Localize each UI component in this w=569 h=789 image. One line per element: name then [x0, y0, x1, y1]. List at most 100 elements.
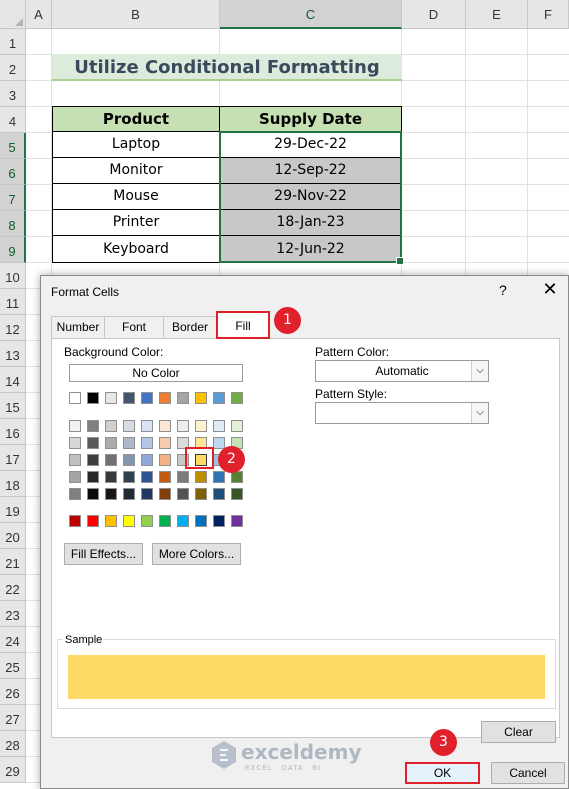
close-icon[interactable]: ✕ [540, 279, 560, 300]
color-swatch[interactable] [177, 471, 189, 483]
color-swatch[interactable] [177, 488, 189, 500]
color-swatch[interactable] [213, 515, 225, 527]
row-header-29[interactable]: 29 [0, 757, 26, 783]
pattern-color-dropdown[interactable]: Automatic ⌵ [315, 360, 489, 382]
color-swatch[interactable] [87, 515, 99, 527]
color-swatch[interactable] [123, 454, 135, 466]
color-swatch[interactable] [141, 515, 153, 527]
row-header-26[interactable]: 26 [0, 679, 26, 705]
row-header-3[interactable]: 3 [0, 81, 26, 107]
row-header-10[interactable]: 10 [0, 263, 26, 289]
row-header-22[interactable]: 22 [0, 575, 26, 601]
color-swatch[interactable] [87, 454, 99, 466]
row-header-14[interactable]: 14 [0, 367, 26, 393]
color-swatch[interactable] [87, 488, 99, 500]
tab-fill[interactable]: Fill [216, 311, 270, 339]
row-header-16[interactable]: 16 [0, 419, 26, 445]
chevron-down-icon[interactable]: ⌵ [471, 361, 488, 381]
color-swatch[interactable] [195, 471, 207, 483]
color-swatch[interactable] [105, 471, 117, 483]
supply-date-cell[interactable]: 29-Dec-22 [219, 131, 402, 158]
color-swatch[interactable] [123, 515, 135, 527]
color-swatch[interactable] [141, 392, 153, 404]
color-swatch[interactable] [141, 471, 153, 483]
row-header-20[interactable]: 20 [0, 523, 26, 549]
column-header-a[interactable]: A [26, 0, 52, 29]
supply-date-cell[interactable]: 29-Nov-22 [219, 183, 402, 210]
product-cell[interactable]: Mouse [52, 183, 220, 210]
color-swatch[interactable] [141, 420, 153, 432]
color-swatch[interactable] [105, 515, 117, 527]
color-swatch[interactable] [105, 488, 117, 500]
row-header-19[interactable]: 19 [0, 497, 26, 523]
supply-date-cell[interactable]: 12-Sep-22 [219, 157, 402, 184]
table-header-supply-date[interactable]: Supply Date [219, 106, 402, 132]
color-swatch[interactable] [159, 420, 171, 432]
color-swatch[interactable] [123, 437, 135, 449]
color-swatch[interactable] [231, 488, 243, 500]
color-swatch[interactable] [195, 515, 207, 527]
row-header-28[interactable]: 28 [0, 731, 26, 757]
color-swatch[interactable] [213, 488, 225, 500]
more-colors-button[interactable]: More Colors... [152, 543, 241, 565]
color-swatch[interactable] [123, 488, 135, 500]
color-swatch[interactable] [213, 471, 225, 483]
row-header-4[interactable]: 4 [0, 107, 26, 133]
chevron-down-icon[interactable]: ⌵ [471, 403, 488, 423]
row-header-11[interactable]: 11 [0, 289, 26, 315]
tab-number[interactable]: Number [51, 316, 105, 338]
product-cell[interactable]: Keyboard [52, 235, 220, 263]
color-swatch[interactable] [87, 471, 99, 483]
fill-effects-button[interactable]: Fill Effects... [64, 543, 143, 565]
row-header-7[interactable]: 7 [0, 185, 26, 211]
row-header-13[interactable]: 13 [0, 341, 26, 367]
row-header-24[interactable]: 24 [0, 627, 26, 653]
row-header-15[interactable]: 15 [0, 393, 26, 419]
supply-date-cell[interactable]: 12-Jun-22 [219, 235, 402, 263]
color-swatch[interactable] [141, 454, 153, 466]
row-header-23[interactable]: 23 [0, 601, 26, 627]
color-swatch[interactable] [195, 437, 207, 449]
no-color-button[interactable]: No Color [69, 364, 243, 382]
product-cell[interactable]: Printer [52, 209, 220, 236]
color-swatch[interactable] [69, 392, 81, 404]
select-all-corner[interactable] [0, 0, 26, 29]
color-swatch[interactable] [213, 392, 225, 404]
row-header-9[interactable]: 9 [0, 237, 26, 263]
color-swatch[interactable] [69, 454, 81, 466]
color-swatch[interactable] [69, 515, 81, 527]
color-swatch[interactable] [195, 488, 207, 500]
color-swatch[interactable] [123, 392, 135, 404]
row-header-17[interactable]: 17 [0, 445, 26, 471]
color-swatch[interactable] [231, 515, 243, 527]
color-swatch[interactable] [231, 420, 243, 432]
color-swatch[interactable] [195, 420, 207, 432]
color-swatch[interactable] [105, 392, 117, 404]
color-swatch[interactable] [141, 488, 153, 500]
row-header-27[interactable]: 27 [0, 705, 26, 731]
product-cell[interactable]: Monitor [52, 157, 220, 184]
row-header-12[interactable]: 12 [0, 315, 26, 341]
tab-border[interactable]: Border [163, 316, 217, 338]
color-swatch[interactable] [123, 420, 135, 432]
table-header-product[interactable]: Product [52, 106, 220, 132]
color-swatch[interactable] [69, 420, 81, 432]
row-header-2[interactable]: 2 [0, 55, 26, 81]
row-header-8[interactable]: 8 [0, 211, 26, 237]
color-swatch[interactable] [213, 420, 225, 432]
color-swatch[interactable] [177, 392, 189, 404]
color-swatch[interactable] [177, 515, 189, 527]
help-button[interactable]: ? [499, 282, 507, 298]
color-swatch[interactable] [141, 437, 153, 449]
clear-button[interactable]: Clear [481, 721, 556, 743]
color-swatch[interactable] [195, 392, 207, 404]
column-header-b[interactable]: B [52, 0, 220, 29]
tab-font[interactable]: Font [104, 316, 164, 338]
color-swatch[interactable] [69, 471, 81, 483]
supply-date-cell[interactable]: 18-Jan-23 [219, 209, 402, 236]
column-header-c[interactable]: C [220, 0, 402, 29]
product-cell[interactable]: Laptop [52, 131, 220, 158]
color-swatch[interactable] [105, 454, 117, 466]
row-header-18[interactable]: 18 [0, 471, 26, 497]
color-swatch[interactable] [231, 392, 243, 404]
